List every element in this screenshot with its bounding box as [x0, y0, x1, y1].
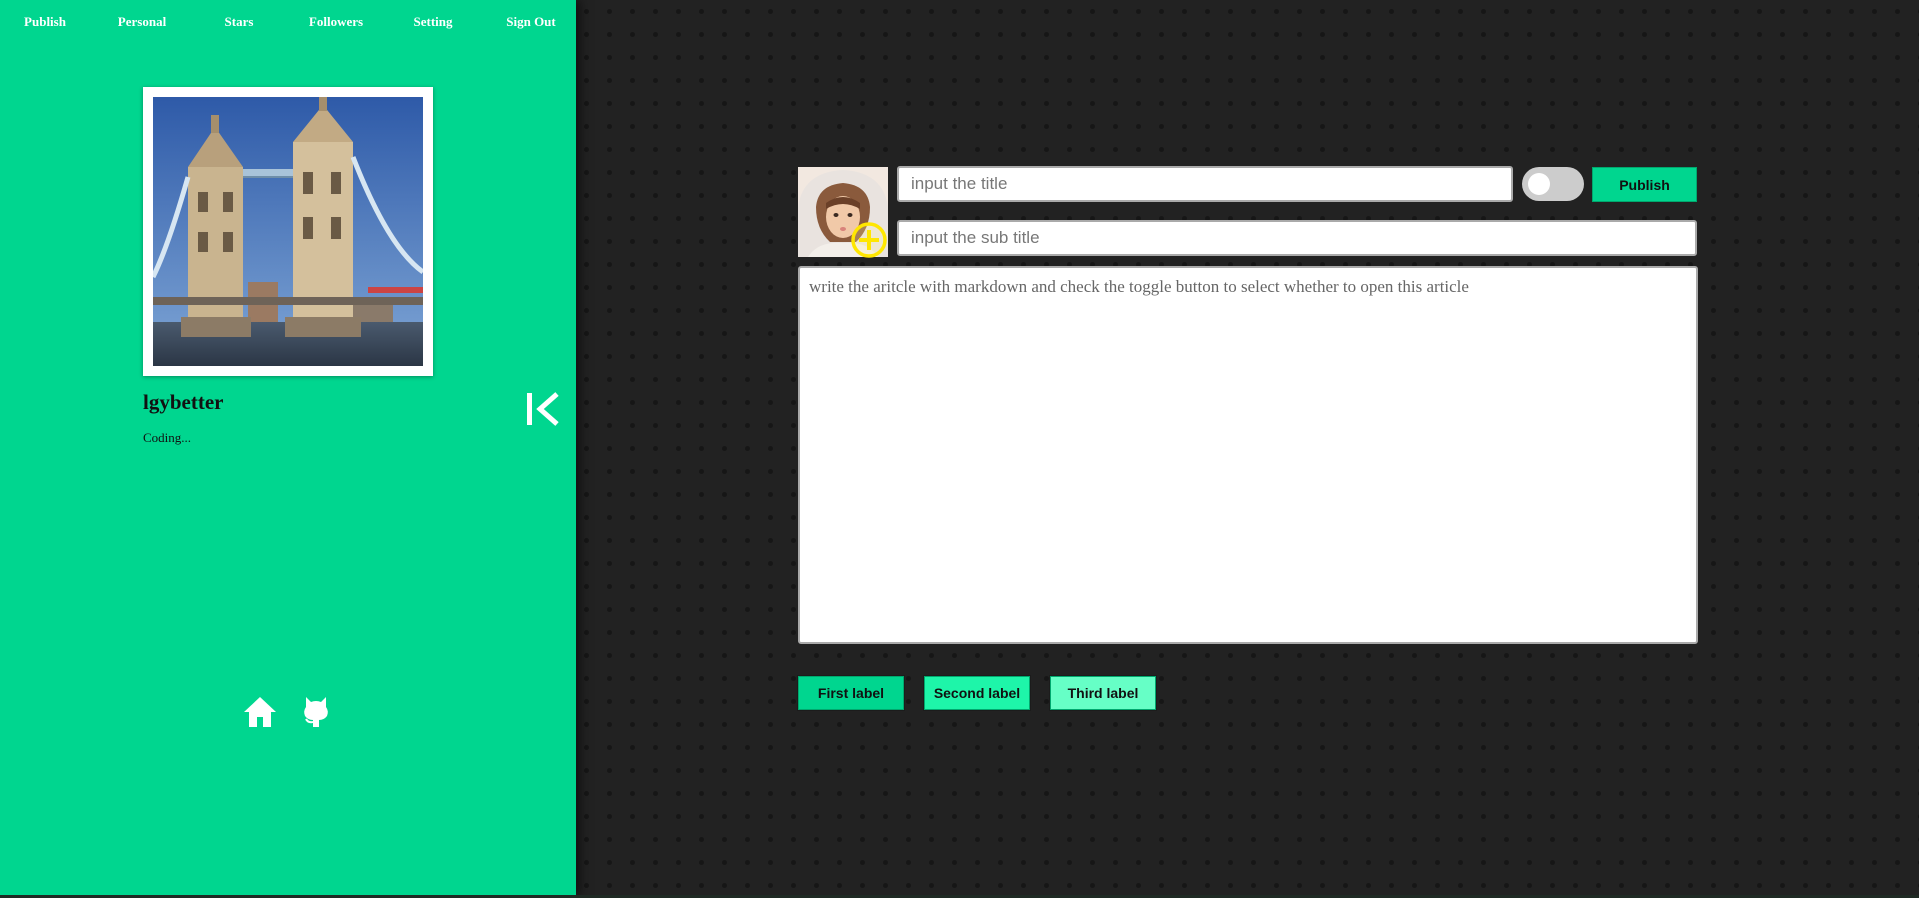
article-body-input[interactable]	[798, 266, 1698, 644]
title-input[interactable]	[897, 166, 1513, 202]
sidebar: Publish Personal Stars Followers Setting…	[0, 0, 576, 895]
nav-item-personal[interactable]: Personal	[118, 14, 166, 30]
profile-username: lgybetter	[143, 390, 224, 414]
label-button-second[interactable]: Second label	[924, 676, 1030, 710]
open-article-toggle[interactable]	[1522, 167, 1584, 201]
collapse-left-icon[interactable]	[524, 390, 562, 433]
github-icon[interactable]	[302, 695, 330, 734]
tower-bridge-image	[153, 97, 423, 366]
toggle-knob	[1528, 173, 1550, 195]
label-button-third[interactable]: Third label	[1050, 676, 1156, 710]
nav-item-followers[interactable]: Followers	[309, 14, 363, 30]
nav-item-publish[interactable]: Publish	[24, 14, 66, 30]
plus-circle-icon[interactable]	[849, 220, 889, 265]
subtitle-input[interactable]	[897, 220, 1697, 256]
profile-cover-photo	[143, 87, 433, 376]
nav-item-sign-out[interactable]: Sign Out	[506, 14, 556, 30]
publish-button[interactable]: Publish	[1592, 167, 1697, 202]
label-button-first[interactable]: First label	[798, 676, 904, 710]
home-icon[interactable]	[243, 695, 277, 734]
nav-item-setting[interactable]: Setting	[414, 14, 453, 30]
nav-item-stars[interactable]: Stars	[225, 14, 254, 30]
top-nav: Publish Personal Stars Followers Setting…	[0, 0, 576, 44]
profile-bio: Coding...	[143, 430, 192, 445]
